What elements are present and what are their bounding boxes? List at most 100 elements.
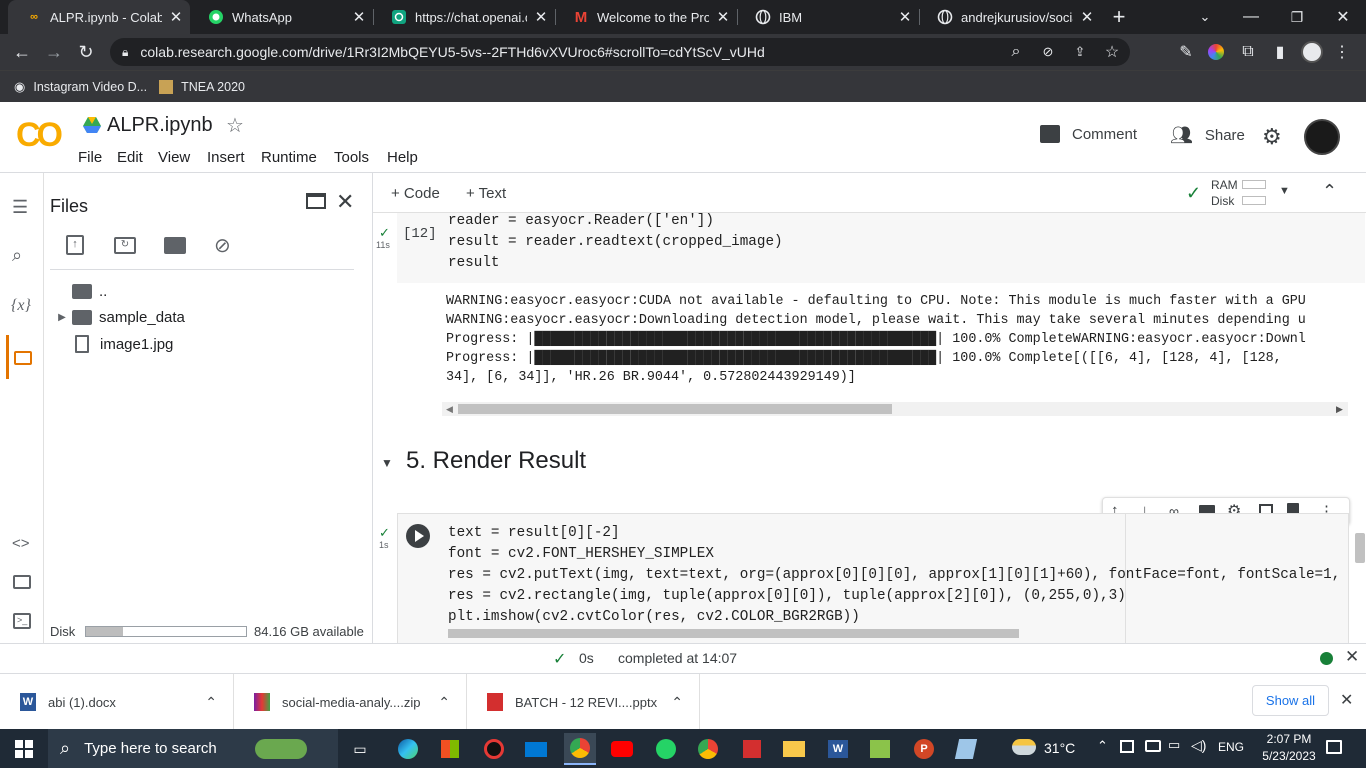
close-tab-icon[interactable]: ✕ xyxy=(1073,8,1101,26)
code-snippets-icon[interactable]: <> xyxy=(12,535,30,552)
run-cell-button[interactable] xyxy=(406,524,430,548)
youtube-icon[interactable] xyxy=(606,733,638,765)
code-line[interactable]: result xyxy=(448,253,499,274)
zoom-icon[interactable]: ⌕ xyxy=(1006,42,1026,62)
code-line[interactable]: plt.imshow(cv2.cvtColor(res, cv2.COLOR_B… xyxy=(448,607,860,628)
weather-temp[interactable]: 31°C xyxy=(1044,740,1075,756)
acrobat-icon[interactable] xyxy=(736,733,768,765)
input-language[interactable]: ENG xyxy=(1218,740,1244,754)
tab-colab[interactable]: ∞ ALPR.ipynb - Colabora ✕ xyxy=(8,0,190,34)
mount-drive-icon[interactable] xyxy=(164,237,186,254)
clock-date[interactable]: 5/23/2023 xyxy=(1255,749,1323,763)
menu-edit[interactable]: Edit xyxy=(117,149,143,166)
app-icon[interactable] xyxy=(950,733,982,765)
download-item[interactable]: BATCH - 12 REVI....pptx ⌃ xyxy=(467,674,700,730)
scroll-left-arrow[interactable]: ◀ xyxy=(446,404,453,415)
share-page-icon[interactable]: ⇪ xyxy=(1070,42,1090,62)
star-icon[interactable]: ☆ xyxy=(226,113,244,138)
toc-list-icon[interactable]: ☰ xyxy=(12,197,28,218)
file-item-parent[interactable]: .. xyxy=(72,283,107,300)
disk-meter[interactable] xyxy=(1242,196,1266,205)
menu-view[interactable]: View xyxy=(158,149,190,166)
show-all-button[interactable]: Show all xyxy=(1252,685,1329,716)
notifications-icon[interactable] xyxy=(1326,740,1342,754)
scroll-thumb[interactable] xyxy=(458,404,892,414)
download-menu-caret-icon[interactable]: ⌃ xyxy=(671,694,683,711)
folder-icon[interactable] xyxy=(14,351,32,365)
new-tab-button[interactable]: + xyxy=(1106,4,1132,29)
close-downloads-icon[interactable]: ✕ xyxy=(1340,690,1353,710)
tab-whatsapp[interactable]: WhatsApp ✕ xyxy=(190,0,373,34)
menu-file[interactable]: File xyxy=(78,149,102,166)
code-line[interactable]: result = reader.readtext(cropped_image) xyxy=(448,232,783,253)
close-tab-icon[interactable]: ✕ xyxy=(709,8,737,26)
tray-chevron-icon[interactable]: ⌃ xyxy=(1097,738,1108,754)
menu-help[interactable]: Help xyxy=(387,149,418,166)
collapse-header-icon[interactable]: ⌃ xyxy=(1322,181,1337,202)
settings-gear-icon[interactable]: ⚙ xyxy=(1262,125,1282,149)
notebook-scrollbar-thumb[interactable] xyxy=(1355,533,1365,563)
hide-files-eye-icon[interactable]: ⊘ xyxy=(214,233,231,258)
bookmark-star-icon[interactable]: ☆ xyxy=(1102,42,1122,62)
terminal-icon[interactable]: >_ xyxy=(13,613,31,629)
file-explorer-icon[interactable] xyxy=(778,733,810,765)
output-horizontal-scrollbar[interactable]: ◀ ▶ xyxy=(442,402,1348,416)
bookmark-tnea[interactable]: TNEA 2020 xyxy=(181,80,245,94)
word-taskbar-icon[interactable]: W xyxy=(822,733,854,765)
pen-extension-icon[interactable]: ✎ xyxy=(1174,40,1198,64)
file-item-sample-data[interactable]: ▶ sample_data xyxy=(52,309,185,326)
code-scroll-thumb[interactable] xyxy=(448,629,1019,638)
clock-time[interactable]: 2:07 PM xyxy=(1263,732,1315,746)
add-code-button[interactable]: + Code xyxy=(391,185,440,202)
tab-ibm[interactable]: IBM ✕ xyxy=(737,0,919,34)
menu-runtime[interactable]: Runtime xyxy=(261,149,317,166)
ram-meter[interactable] xyxy=(1242,180,1266,189)
tab-openai[interactable]: https://chat.openai.co ✕ xyxy=(373,0,555,34)
scroll-right-arrow[interactable]: ▶ xyxy=(1336,404,1343,415)
tab-search-icon[interactable]: ⌄ xyxy=(1192,5,1218,29)
windows-start-icon[interactable] xyxy=(8,733,40,765)
notebook-title[interactable]: ALPR.ipynb xyxy=(107,114,213,137)
download-item[interactable]: social-media-analy....zip ⌃ xyxy=(234,674,467,730)
command-palette-icon[interactable] xyxy=(13,575,31,589)
download-item[interactable]: W abi (1).docx ⌃ xyxy=(0,674,234,730)
status-completed[interactable]: completed at 14:07 xyxy=(618,650,737,666)
share-button[interactable]: 👥︎ Share xyxy=(1170,125,1245,146)
variables-icon[interactable]: {x} xyxy=(11,297,31,315)
menu-tools[interactable]: Tools xyxy=(334,149,369,166)
open-in-tab-icon[interactable] xyxy=(306,193,326,209)
comment-button[interactable]: Comment xyxy=(1040,125,1137,143)
powerpoint-icon[interactable]: P xyxy=(908,733,940,765)
close-tab-icon[interactable]: ✕ xyxy=(891,8,919,26)
color-extension-icon[interactable] xyxy=(1208,44,1224,60)
whatsapp-taskbar-icon[interactable] xyxy=(650,733,682,765)
user-avatar[interactable] xyxy=(1304,119,1340,155)
resources-dropdown-icon[interactable]: ▼ xyxy=(1279,185,1290,197)
taskbar-search-box[interactable]: ⌕ Type here to search xyxy=(48,729,338,768)
code-line[interactable]: res = cv2.putText(img, text=text, org=(a… xyxy=(448,565,1348,586)
colab-logo[interactable]: CO xyxy=(16,117,64,153)
extensions-puzzle-icon[interactable]: ⧉ xyxy=(1236,40,1260,64)
side-panel-icon[interactable]: ▮ xyxy=(1268,40,1292,64)
minimize-icon[interactable]: — xyxy=(1238,5,1264,29)
menu-insert[interactable]: Insert xyxy=(207,149,245,166)
forward-arrow-icon[interactable]: → xyxy=(42,40,66,64)
close-tab-icon[interactable]: ✕ xyxy=(345,8,373,26)
back-arrow-icon[interactable]: ← xyxy=(10,40,34,64)
battery-icon[interactable]: ▭ xyxy=(1168,737,1180,753)
file-item-image1[interactable]: image1.jpg xyxy=(72,335,173,353)
download-menu-caret-icon[interactable]: ⌃ xyxy=(205,694,217,711)
close-panel-icon[interactable]: ✕ xyxy=(336,189,354,215)
close-tab-icon[interactable]: ✕ xyxy=(162,8,190,26)
refresh-folder-icon[interactable]: ↻ xyxy=(114,237,136,254)
tab-github[interactable]: andrejkurusiov/social- ✕ xyxy=(919,0,1101,34)
profile-avatar[interactable] xyxy=(1301,41,1323,63)
record-icon[interactable] xyxy=(478,733,510,765)
add-text-button[interactable]: + Text xyxy=(466,185,506,202)
code-line[interactable]: reader = easyocr.Reader(['en']) xyxy=(448,211,714,232)
close-window-icon[interactable]: ✕ xyxy=(1330,5,1356,29)
task-view-icon[interactable]: ▭ xyxy=(344,733,376,765)
close-status-icon[interactable]: ✕ xyxy=(1345,647,1359,667)
section-collapse-caret-icon[interactable]: ▼ xyxy=(381,456,393,470)
code-line[interactable]: font = cv2.FONT_HERSHEY_SIMPLEX xyxy=(448,544,714,565)
